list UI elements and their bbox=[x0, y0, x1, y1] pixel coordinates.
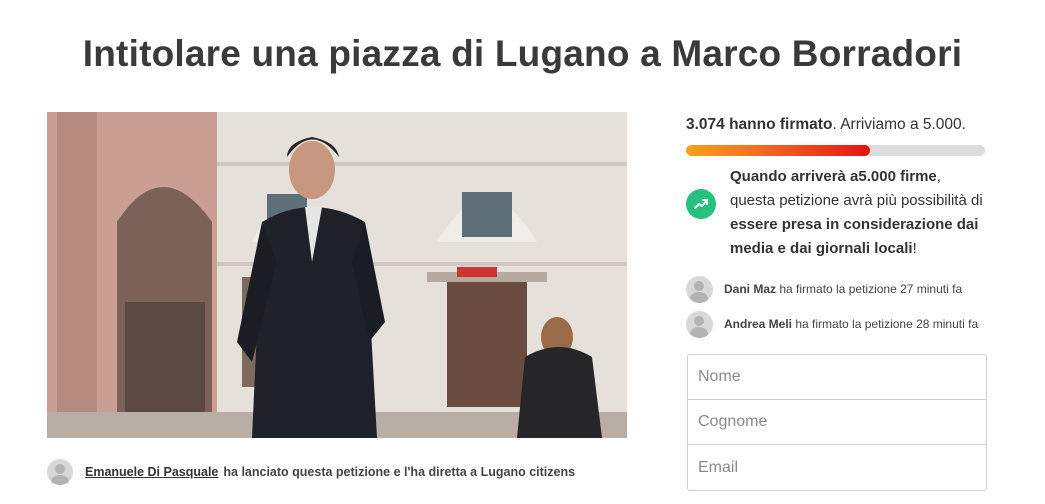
trending-up-icon bbox=[686, 189, 716, 219]
signer-avatar bbox=[686, 311, 713, 338]
starter-name-link[interactable]: Emanuele Di Pasquale bbox=[85, 465, 218, 479]
starter-avatar bbox=[47, 459, 73, 485]
first-name-field[interactable]: Nome bbox=[688, 355, 986, 400]
goal-text: Quando arriverà a5.000 firme, questa pet… bbox=[730, 168, 983, 257]
petition-title: Intitolare una piazza di Lugano a Marco … bbox=[82, 32, 963, 74]
signer-name: Andrea Meli bbox=[724, 317, 793, 331]
progress-bar-fill bbox=[686, 145, 870, 156]
petition-photo bbox=[47, 112, 627, 438]
starter-description: ha lanciato questa petizione e l'ha dire… bbox=[223, 465, 576, 479]
recent-signers-list: Dani Maz ha firmato la petizione 27 minu… bbox=[686, 276, 986, 338]
email-field[interactable]: Email bbox=[688, 445, 986, 490]
sign-form: Nome Cognome Email bbox=[687, 354, 987, 491]
signer-name: Dani Maz bbox=[724, 282, 777, 296]
recent-signer: Dani Maz ha firmato la petizione 27 minu… bbox=[686, 276, 986, 303]
signer-action: ha firmato la petizione 27 minuti fa bbox=[779, 282, 963, 296]
signature-panel: 3.074 hanno firmato. Arriviamo a 5.000. … bbox=[686, 112, 986, 346]
petition-starter: Emanuele Di Pasquale ha lanciato questa … bbox=[47, 458, 647, 486]
signer-action: ha firmato la petizione 28 minuti fa bbox=[795, 317, 979, 331]
progress-bar bbox=[686, 145, 985, 156]
goal-message: Quando arriverà a5.000 firme, questa pet… bbox=[686, 165, 986, 261]
signer-avatar bbox=[686, 276, 713, 303]
last-name-field[interactable]: Cognome bbox=[688, 400, 986, 445]
signature-count: 3.074 hanno firmato. Arriviamo a 5.000. bbox=[686, 116, 966, 133]
recent-signer: Andrea Meli ha firmato la petizione 28 m… bbox=[686, 311, 986, 338]
